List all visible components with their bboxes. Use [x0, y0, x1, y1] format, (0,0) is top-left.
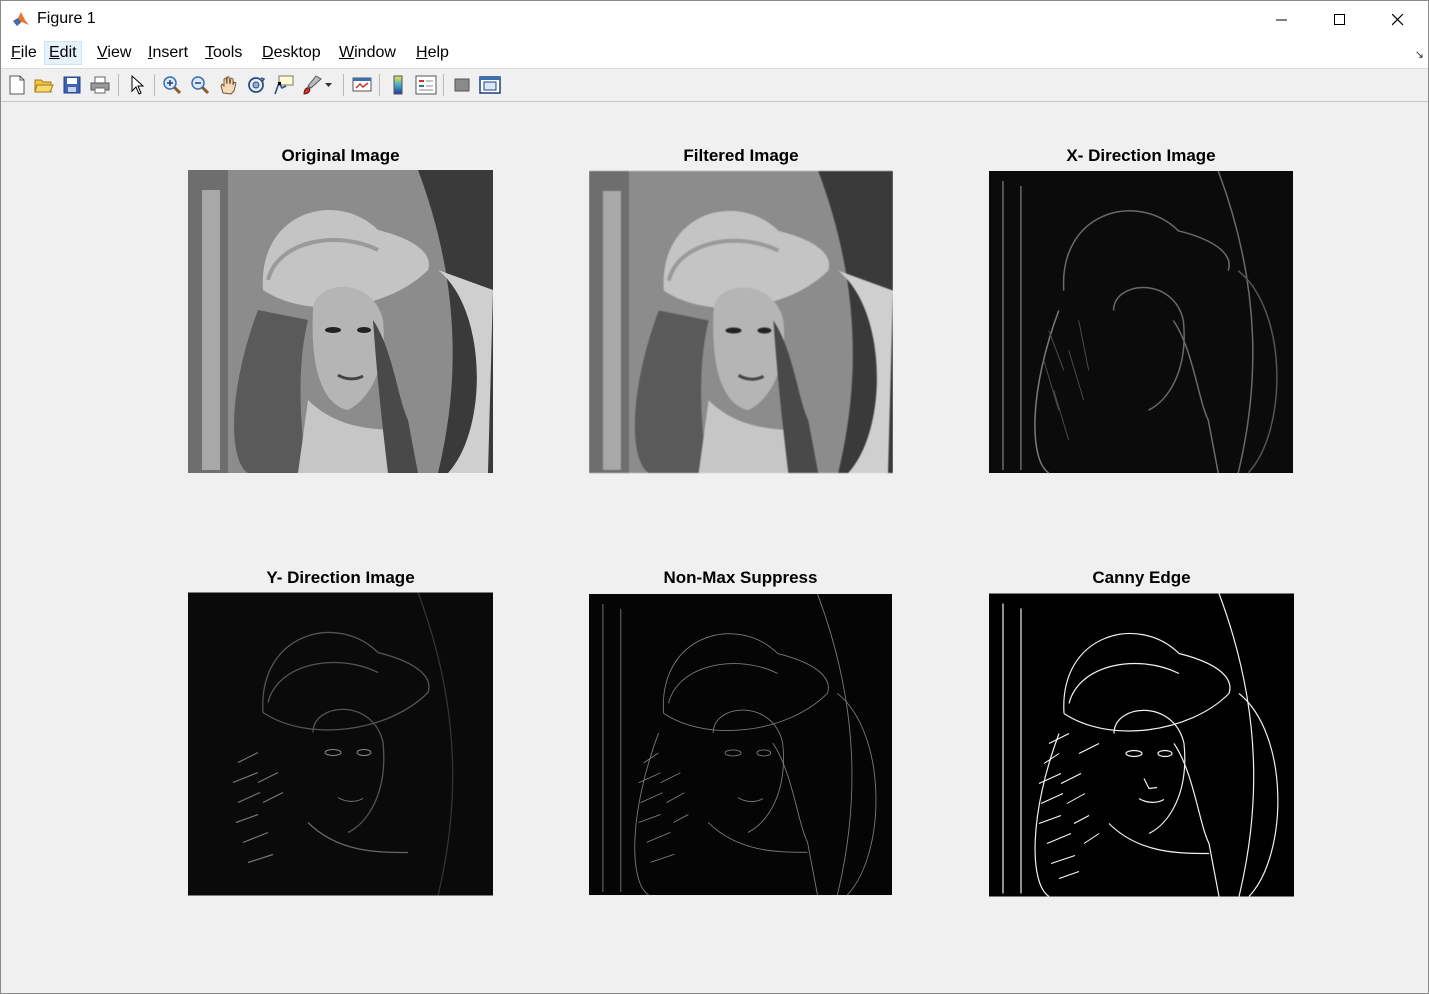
- subplot-title-canny: Canny Edge: [1092, 568, 1191, 587]
- edit-plot-arrow-icon[interactable]: [125, 73, 149, 97]
- maximize-button[interactable]: [1311, 1, 1369, 38]
- open-file-icon[interactable]: [32, 73, 56, 97]
- filtered-image: [589, 170, 893, 474]
- canny-edge-axes[interactable]: [989, 592, 1294, 898]
- non-max-suppress-image: [589, 593, 892, 896]
- legend-icon[interactable]: [414, 73, 438, 97]
- canny-edge-image: [989, 593, 1294, 898]
- subplot-title-filtered: Filtered Image: [683, 146, 799, 165]
- brush-icon[interactable]: [300, 73, 324, 97]
- new-figure-icon[interactable]: [5, 73, 29, 97]
- menu-help[interactable]: Help: [412, 41, 453, 65]
- hide-plot-tools-icon[interactable]: [450, 73, 474, 97]
- save-icon[interactable]: [60, 73, 84, 97]
- menu-bar: File Edit View Insert Tools Desktop Wind…: [1, 38, 1428, 69]
- subplot-title-ydirection: Y- Direction Image: [266, 568, 415, 587]
- maximize-icon: [1334, 13, 1345, 25]
- non-max-suppress-axes[interactable]: [589, 592, 892, 897]
- menu-view[interactable]: View: [93, 41, 135, 65]
- print-icon[interactable]: [88, 73, 112, 97]
- menu-file[interactable]: File: [7, 41, 41, 65]
- matlab-logo-icon: [12, 10, 30, 28]
- x-direction-image-axes[interactable]: [989, 170, 1293, 474]
- figure-window: Figure 1 File Edit View Insert Tools Des…: [0, 0, 1429, 994]
- x-direction-image: [989, 170, 1293, 474]
- menu-tools[interactable]: Tools: [201, 41, 246, 65]
- show-plot-tools-icon[interactable]: [478, 73, 502, 97]
- zoom-in-icon[interactable]: [160, 73, 184, 97]
- menu-edit[interactable]: Edit: [44, 41, 82, 65]
- menu-insert[interactable]: Insert: [144, 41, 192, 65]
- figure-toolbar: [1, 69, 1428, 102]
- menu-window[interactable]: Window: [335, 41, 400, 65]
- zoom-out-icon[interactable]: [188, 73, 212, 97]
- filtered-image-axes[interactable]: [589, 170, 893, 474]
- subplot-title-original: Original Image: [281, 146, 400, 165]
- window-title: Figure 1: [37, 10, 96, 27]
- subplot-title-xdirection: X- Direction Image: [1066, 146, 1216, 165]
- minimize-button[interactable]: [1253, 1, 1311, 38]
- subplot-title-nonmax: Non-Max Suppress: [663, 568, 818, 587]
- close-button[interactable]: [1369, 1, 1427, 38]
- close-icon: [1392, 13, 1404, 25]
- colorbar-icon[interactable]: [386, 73, 410, 97]
- rotate-3d-icon[interactable]: [244, 73, 268, 97]
- title-bar[interactable]: Figure 1: [1, 1, 1428, 38]
- y-direction-image-axes[interactable]: [188, 592, 493, 896]
- original-image-axes[interactable]: [188, 170, 493, 473]
- data-cursor-icon[interactable]: [272, 73, 296, 97]
- dock-figure-icon[interactable]: ↘: [1415, 48, 1424, 61]
- menu-desktop[interactable]: Desktop: [258, 41, 325, 65]
- brush-dropdown-icon[interactable]: [323, 73, 335, 97]
- link-plot-icon[interactable]: [350, 73, 374, 97]
- minimize-icon: [1276, 19, 1287, 20]
- original-image: [188, 170, 493, 473]
- y-direction-image: [188, 592, 493, 896]
- pan-hand-icon[interactable]: [216, 73, 240, 97]
